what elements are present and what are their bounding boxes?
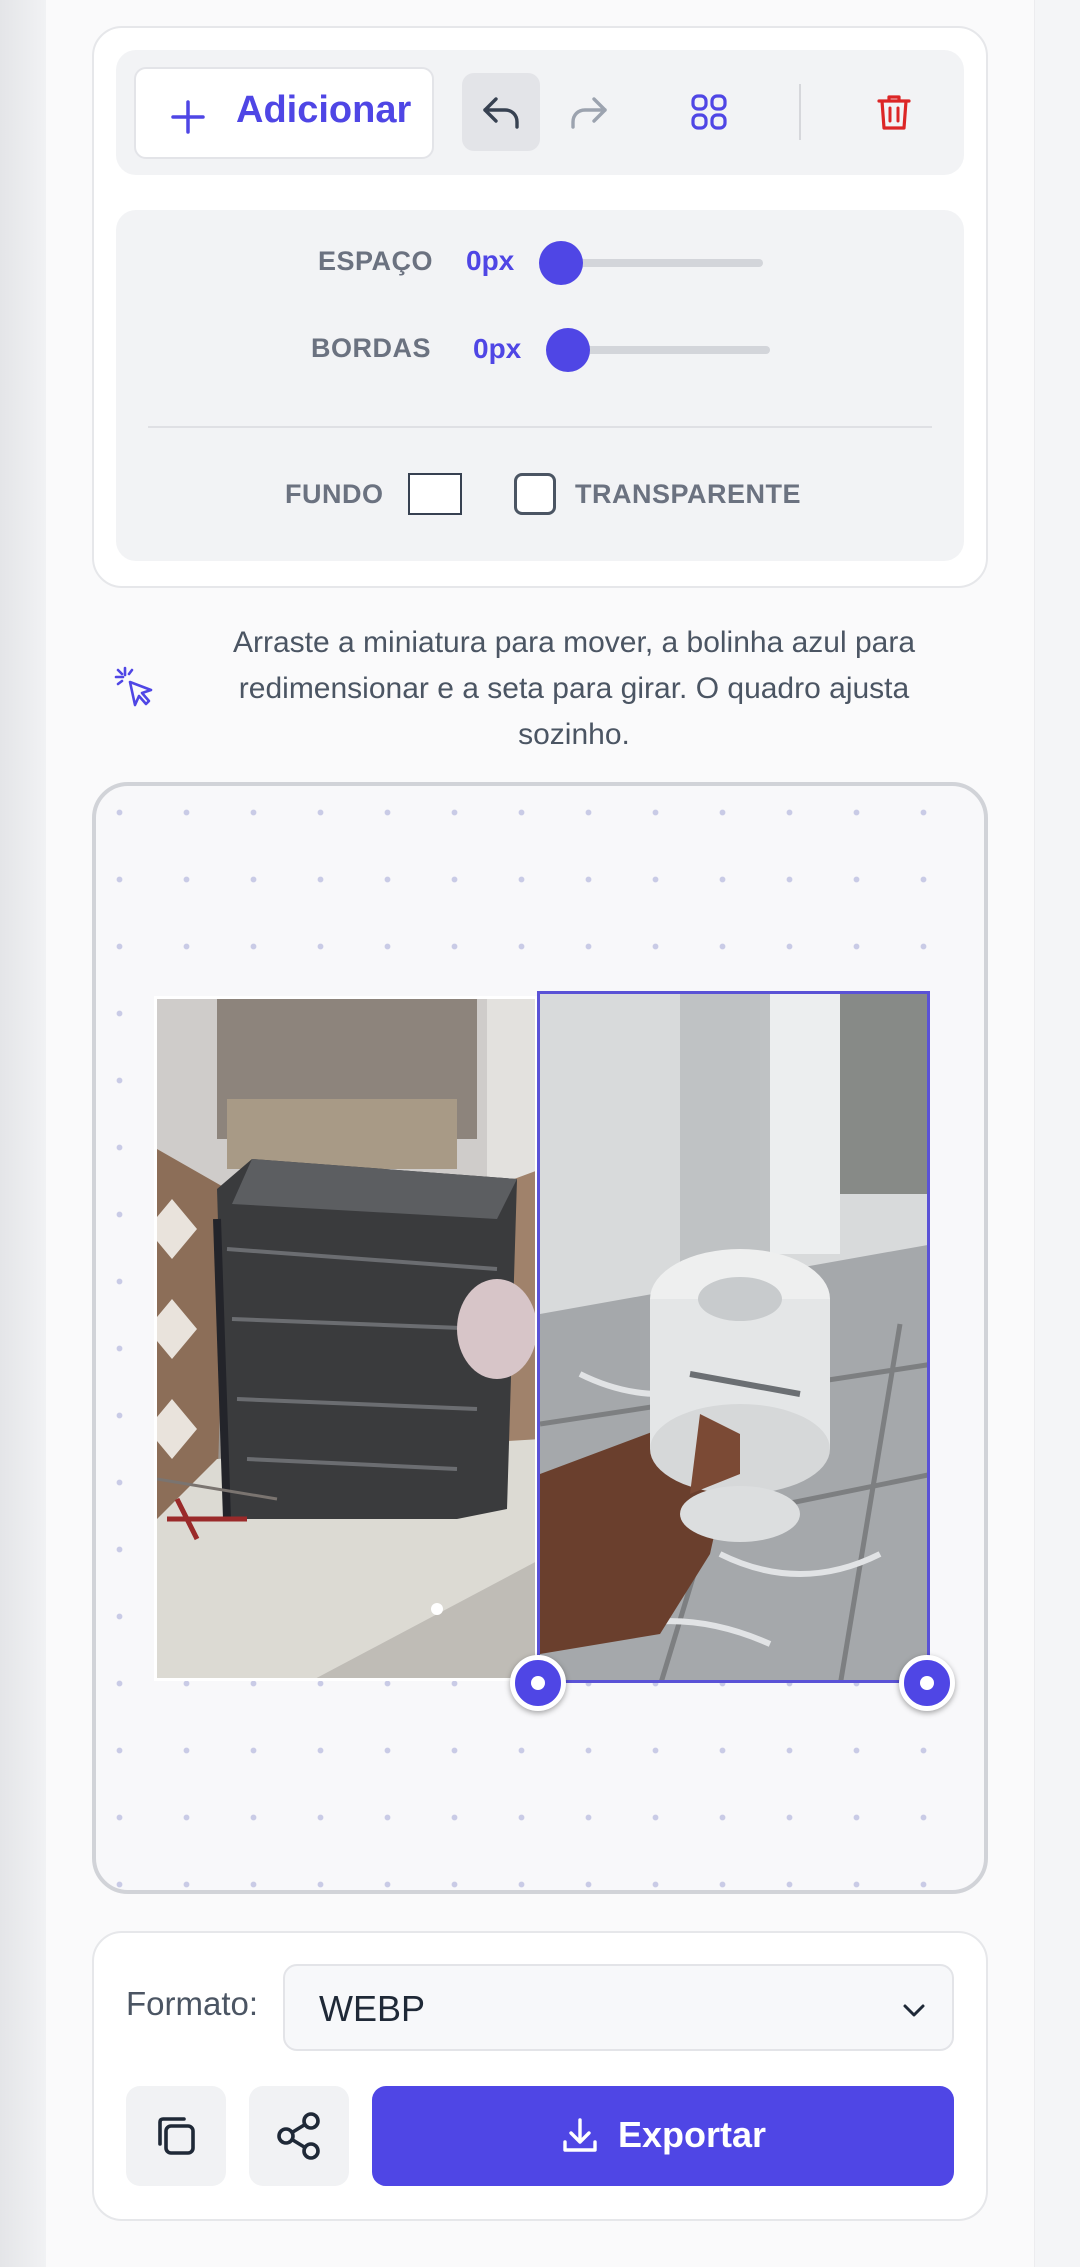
share-button[interactable] — [249, 2086, 349, 2186]
chevron-down-icon — [903, 2004, 925, 2017]
borders-label: BORDAS — [311, 333, 432, 363]
left-gutter — [0, 0, 46, 2267]
background-color-swatch[interactable] — [408, 473, 462, 515]
toolbar-separator — [799, 84, 801, 140]
add-button[interactable]: Adicionar — [134, 67, 434, 159]
settings-divider — [148, 426, 932, 428]
export-button[interactable]: Exportar — [372, 2086, 954, 2186]
transparent-label: TRANSPARENTE — [575, 479, 802, 509]
format-select-value: WEBP — [319, 1988, 426, 2029]
spacing-slider-thumb[interactable] — [539, 241, 583, 285]
resize-handle-image-2[interactable] — [899, 1655, 955, 1711]
share-icon — [277, 2112, 320, 2160]
borders-slider[interactable] — [568, 346, 770, 354]
spacing-slider[interactable] — [561, 259, 763, 267]
undo-icon — [483, 97, 519, 129]
photo-tape-roll-in-hand — [540, 994, 927, 1680]
pointer-click-icon — [114, 666, 153, 707]
copy-icon — [158, 2117, 195, 2155]
collage-image-1[interactable] — [154, 996, 538, 1681]
spacing-label: ESPAÇO — [318, 246, 434, 276]
background-label: FUNDO — [285, 479, 384, 509]
photo-box-on-table — [157, 999, 535, 1678]
download-icon — [563, 2118, 597, 2152]
grid-icon — [691, 94, 727, 130]
collage-image-2-selected[interactable] — [537, 991, 930, 1683]
redo-button[interactable] — [550, 73, 628, 151]
transparent-checkbox[interactable] — [514, 473, 556, 515]
export-button-label: Exportar — [618, 2114, 767, 2155]
borders-value: 0px — [473, 333, 522, 364]
resize-handle-image-1[interactable] — [510, 1655, 566, 1711]
format-label: Formato: — [126, 1985, 259, 2022]
copy-button[interactable] — [126, 2086, 226, 2186]
redo-icon — [571, 97, 607, 129]
spacing-value: 0px — [466, 245, 515, 276]
undo-button[interactable] — [462, 73, 540, 151]
borders-slider-thumb[interactable] — [546, 328, 590, 372]
plus-icon — [171, 100, 205, 134]
format-select[interactable]: WEBP — [283, 1964, 954, 2051]
grid-layout-button[interactable] — [670, 73, 748, 151]
delete-button[interactable] — [855, 73, 933, 151]
trash-icon — [877, 95, 911, 130]
add-button-label: Adicionar — [236, 89, 412, 131]
hint-text: Arraste a miniatura para mover, a bolinh… — [232, 626, 916, 751]
right-gutter — [1034, 0, 1080, 2267]
